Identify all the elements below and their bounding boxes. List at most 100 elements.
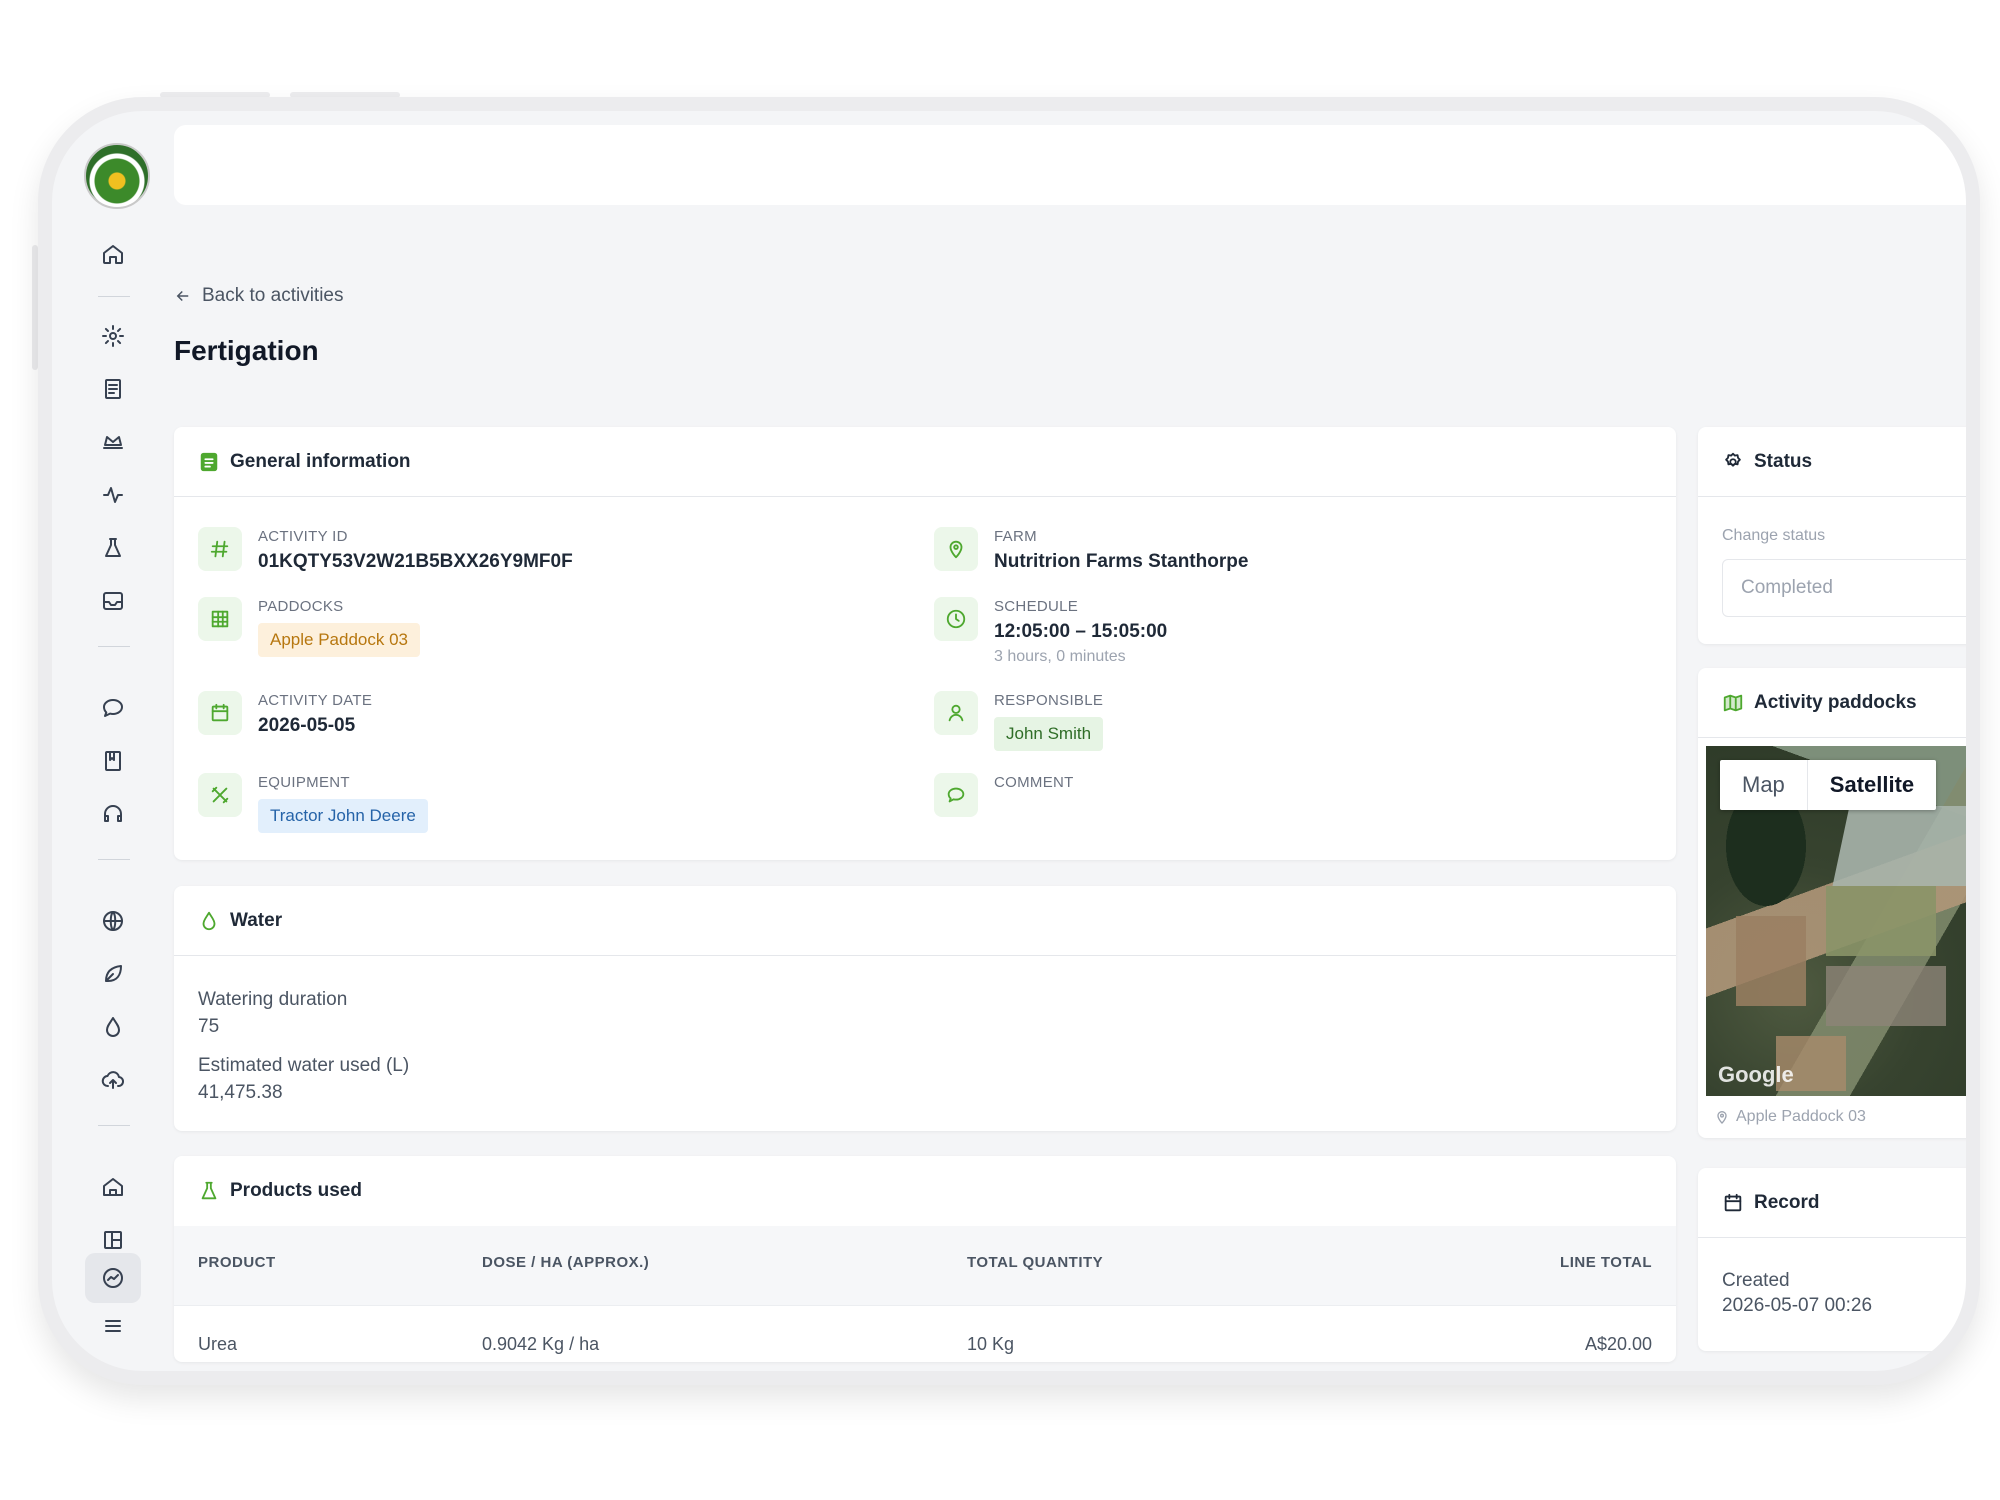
status-card: Status Change status Completed: [1698, 427, 1966, 644]
inbox-icon[interactable]: [98, 586, 128, 616]
map-pin-icon: [934, 527, 978, 571]
activity-paddocks-header: Activity paddocks: [1698, 668, 1966, 738]
equipment-tag[interactable]: Tractor John Deere: [258, 799, 428, 833]
activity-icon[interactable]: [98, 480, 128, 510]
responsible-tag[interactable]: John Smith: [994, 717, 1104, 751]
gear-icon[interactable]: [98, 321, 128, 351]
book-icon[interactable]: [98, 746, 128, 776]
map-tab[interactable]: Map: [1720, 760, 1807, 810]
headset-icon[interactable]: [98, 799, 128, 829]
map-field: [1736, 916, 1806, 1006]
nav-divider: [98, 1125, 130, 1126]
gear-icon: [1725, 452, 1741, 467]
schedule-duration: 3 hours, 0 minutes: [994, 648, 1126, 665]
watering-duration-label: Watering duration: [198, 989, 348, 1010]
nav-divider: [98, 646, 130, 647]
arrow-left-icon: [176, 290, 189, 302]
status-select[interactable]: Completed: [1722, 559, 1966, 617]
activity-date-label: ACTIVITY DATE: [258, 692, 373, 709]
document-icon: [200, 452, 218, 471]
gauge-icon[interactable]: [98, 1263, 128, 1293]
comment-icon: [934, 773, 978, 817]
dose-cell: 0.9042 Kg / ha: [482, 1334, 600, 1354]
created-value: 2026-05-07 00:26: [1722, 1295, 1873, 1316]
general-information-header: General information: [174, 427, 1676, 497]
paddock-tag[interactable]: Apple Paddock 03: [258, 623, 420, 657]
comment-label: COMMENT: [994, 774, 1074, 791]
leaf-icon[interactable]: [98, 959, 128, 989]
map-icon: [1723, 694, 1743, 711]
layout-icon[interactable]: [98, 1225, 128, 1255]
schedule-field: SCHEDULE 12:05:00 – 15:05:00 3 hours, 0 …: [934, 597, 1167, 666]
products-used-header: Products used: [174, 1156, 1676, 1226]
farm-label: FARM: [994, 528, 1037, 545]
equipment-label: EQUIPMENT: [258, 774, 350, 791]
quantity-cell: 10 Kg: [967, 1334, 1015, 1354]
watering-duration-value: 75: [198, 1016, 220, 1037]
products-used-title: Products used: [230, 1180, 362, 1201]
farm-logo[interactable]: [84, 143, 150, 209]
water-header: Water: [174, 886, 1676, 956]
paddocks-label: PADDOCKS: [258, 598, 344, 615]
back-to-activities-link[interactable]: Back to activities: [174, 285, 344, 307]
column-header-product[interactable]: PRODUCT: [198, 1254, 276, 1271]
tablet-frame: Back to activities Fertigation General i…: [38, 97, 1980, 1385]
products-table-header: PRODUCT DOSE / HA (APPROX.) TOTAL QUANTI…: [174, 1226, 1676, 1306]
column-header-line-total[interactable]: LINE TOTAL: [1560, 1254, 1652, 1271]
line-total-cell: A$20.00: [1584, 1334, 1652, 1354]
general-information-card: General information ACTIVITY ID 01KQTY53…: [174, 427, 1676, 860]
activity-date-value: 2026-05-05: [258, 715, 356, 736]
home-icon[interactable]: [98, 239, 128, 269]
map-pin-icon: [1717, 1111, 1727, 1124]
comment-field: COMMENT: [934, 773, 1074, 817]
status-header: Status: [1698, 427, 1966, 497]
products-used-card: Products used PRODUCT DOSE / HA (APPROX.…: [174, 1156, 1676, 1362]
responsible-field: RESPONSIBLE John Smith: [934, 691, 1104, 751]
map-field: [1826, 886, 1936, 956]
change-status-label: Change status: [1722, 527, 1826, 544]
farm-field: FARM Nutritrion Farms Stanthorpe: [934, 527, 1248, 573]
globe-icon[interactable]: [98, 906, 128, 936]
water-drop-icon[interactable]: [98, 1012, 128, 1042]
satellite-map[interactable]: Map Satellite Google: [1706, 746, 1966, 1096]
activity-paddocks-title: Activity paddocks: [1754, 691, 1917, 713]
paddocks-field: PADDOCKS Apple Paddock 03: [198, 597, 420, 657]
flask-icon[interactable]: [98, 533, 128, 563]
google-logo: Google: [1718, 1062, 1794, 1087]
chat-icon[interactable]: [98, 693, 128, 723]
satellite-tab[interactable]: Satellite: [1806, 760, 1936, 810]
back-link-label: Back to activities: [202, 285, 344, 306]
crown-icon[interactable]: [98, 427, 128, 457]
grid-icon: [198, 597, 242, 641]
responsible-label: RESPONSIBLE: [994, 692, 1104, 709]
general-information-title: General information: [230, 450, 411, 472]
top-header-bar: [174, 125, 1966, 205]
cloud-upload-icon[interactable]: [98, 1065, 128, 1095]
equipment-field: EQUIPMENT Tractor John Deere: [198, 773, 428, 833]
map-caption: Apple Paddock 03: [1714, 1108, 1866, 1126]
estimated-water-value: 41,475.38: [198, 1082, 283, 1103]
water-drop-icon: [202, 911, 216, 930]
activity-paddocks-card: Activity paddocks Map Satellite Google A…: [1698, 668, 1966, 1138]
map-caption-text: Apple Paddock 03: [1736, 1108, 1866, 1125]
calendar-icon: [198, 691, 242, 735]
report-icon[interactable]: [98, 374, 128, 404]
created-label: Created: [1722, 1270, 1790, 1291]
record-card: Record Created 2026-05-07 00:26: [1698, 1168, 1966, 1351]
water-card: Water Watering duration 75 Estimated wat…: [174, 886, 1676, 1131]
activity-id-value: 01KQTY53V2W21B5BXX26Y9MF0F: [258, 551, 573, 572]
sidebar: [52, 111, 172, 1371]
page-title: Fertigation: [174, 335, 319, 366]
activity-date-field: ACTIVITY DATE 2026-05-05: [198, 691, 372, 737]
activity-id-label: ACTIVITY ID: [258, 528, 348, 545]
map-field: [1832, 806, 1966, 886]
list-icon[interactable]: [98, 1311, 128, 1341]
flask-icon: [201, 1181, 217, 1200]
record-header: Record: [1698, 1168, 1966, 1238]
column-header-quantity[interactable]: TOTAL QUANTITY: [967, 1254, 1103, 1271]
column-header-dose[interactable]: DOSE / HA (APPROX.): [482, 1254, 649, 1271]
warehouse-icon[interactable]: [98, 1172, 128, 1202]
nav-divider: [98, 859, 130, 860]
status-selected-value: Completed: [1741, 577, 1833, 598]
nav-divider: [98, 296, 130, 297]
